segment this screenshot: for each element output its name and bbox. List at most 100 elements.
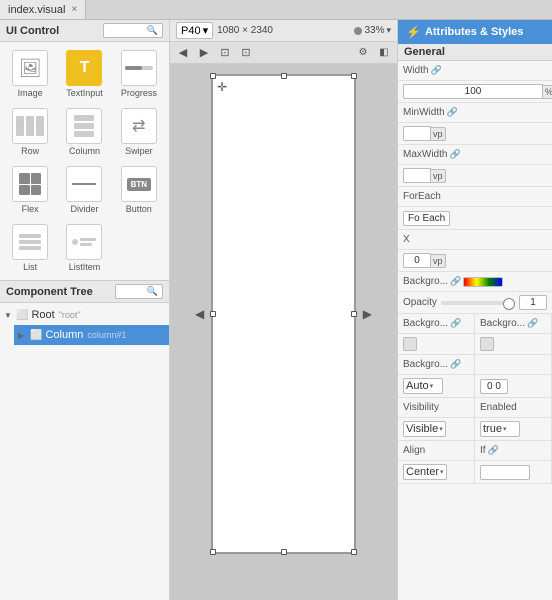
bg2-value-cell bbox=[398, 334, 475, 355]
comp-icon-listitem bbox=[66, 224, 102, 260]
settings-button[interactable]: ⚙ bbox=[354, 44, 372, 62]
tree-node-icon-root: ⬜ bbox=[16, 310, 28, 321]
bg-auto-select[interactable]: Auto ▾ bbox=[403, 378, 443, 394]
visibility-label: Visibility bbox=[403, 402, 439, 413]
scroll-right-icon[interactable]: ▶ bbox=[363, 307, 372, 321]
tree-content: ▼ ⬜ Root "root" ▶ ⬜ Column column#1 bbox=[0, 303, 169, 600]
minwidth-value-cell: vp bbox=[398, 123, 552, 145]
bg2-label-cell: Backgro... 🔗 bbox=[398, 314, 475, 334]
comp-icon-row bbox=[12, 108, 48, 144]
canvas-area: P40 ▾ 1080 × 2340 33% ▾ ◀ ▶ ⊡ ⊡ ⚙ ◧ ◀ bbox=[170, 20, 397, 600]
tab-index-visual[interactable]: index.visual × bbox=[0, 0, 86, 19]
component-search-box[interactable]: 🔍 bbox=[103, 23, 163, 38]
resize-handle-tc[interactable] bbox=[281, 73, 287, 79]
align-chevron-icon: ▾ bbox=[440, 468, 444, 476]
move-icon[interactable]: ✛ bbox=[217, 80, 227, 94]
tree-expand-icon-root[interactable]: ▼ bbox=[4, 311, 14, 320]
comp-item-image[interactable]: 🖼 Image bbox=[4, 46, 56, 102]
comp-item-column[interactable]: Column bbox=[58, 104, 110, 160]
comp-label-button: Button bbox=[126, 204, 152, 214]
resize-handle-mr[interactable] bbox=[351, 311, 357, 317]
tab-bar: index.visual × bbox=[0, 0, 552, 20]
bg2-link-icon[interactable]: 🔗 bbox=[450, 318, 461, 329]
minwidth-group: vp bbox=[403, 126, 446, 141]
comp-item-swiper[interactable]: ⇄ Swiper bbox=[113, 104, 165, 160]
minwidth-input[interactable] bbox=[403, 126, 431, 141]
redo-button[interactable]: ▶ bbox=[195, 44, 213, 62]
tree-search-input[interactable] bbox=[120, 286, 147, 297]
x-input[interactable] bbox=[403, 253, 431, 268]
bg2-color-box[interactable] bbox=[403, 337, 417, 351]
foreach-button[interactable]: Fo Each bbox=[403, 211, 450, 226]
zoom-dot-icon bbox=[354, 27, 362, 35]
foreach-label-cell: ForEach bbox=[398, 187, 552, 207]
x-value-cell: vp bbox=[398, 250, 552, 272]
tree-expand-icon-column[interactable]: ▶ bbox=[18, 331, 28, 340]
comp-item-progress[interactable]: Progress bbox=[113, 46, 165, 102]
comp-item-list[interactable]: List bbox=[4, 220, 56, 276]
x-unit: vp bbox=[431, 254, 446, 268]
visibility-chevron-icon: ▾ bbox=[439, 425, 443, 433]
tree-item-column[interactable]: ▶ ⬜ Column column#1 bbox=[14, 325, 169, 345]
tree-search-box[interactable]: 🔍 bbox=[115, 284, 163, 299]
main-layout: UI Control 🔍 🖼 Image T TextInput bbox=[0, 20, 552, 600]
comp-item-flex[interactable]: Flex bbox=[4, 162, 56, 218]
minwidth-link-icon[interactable]: 🔗 bbox=[447, 107, 458, 118]
bg3-link-icon[interactable]: 🔗 bbox=[527, 318, 538, 329]
bg-auto-value: Auto bbox=[406, 380, 429, 392]
tree-item-root[interactable]: ▼ ⬜ Root "root" bbox=[0, 305, 169, 325]
flex-icon bbox=[19, 173, 41, 195]
resize-handle-bc[interactable] bbox=[281, 549, 287, 555]
background-link-icon[interactable]: 🔗 bbox=[450, 276, 461, 287]
layout-button[interactable]: ⊡ bbox=[237, 44, 255, 62]
maxwidth-input[interactable] bbox=[403, 168, 431, 183]
align-select[interactable]: Center ▾ bbox=[403, 464, 447, 480]
comp-icon-swiper: ⇄ bbox=[121, 108, 157, 144]
comp-icon-progress bbox=[121, 50, 157, 86]
width-value-cell: % bbox=[398, 81, 552, 103]
comp-label-column: Column bbox=[69, 146, 100, 156]
comp-item-button[interactable]: BTN Button bbox=[113, 162, 165, 218]
bg4-label: Backgro... bbox=[403, 359, 448, 370]
x-label: X bbox=[403, 234, 410, 245]
width-input[interactable] bbox=[403, 84, 543, 99]
expand-button[interactable]: ◧ bbox=[375, 44, 393, 62]
comp-item-textinput[interactable]: T TextInput bbox=[58, 46, 110, 102]
attributes-title: Attributes & Styles bbox=[425, 26, 523, 38]
background-label: Backgro... bbox=[403, 276, 448, 287]
scroll-left-icon[interactable]: ◀ bbox=[195, 307, 204, 321]
bg-00-value: 0 0 bbox=[480, 379, 508, 394]
search-input[interactable] bbox=[108, 25, 147, 36]
zoom-fit-button[interactable]: ⊡ bbox=[216, 44, 234, 62]
bg-auto-value-cell: Auto ▾ bbox=[398, 375, 475, 398]
visibility-select[interactable]: Visible ▾ bbox=[403, 421, 446, 437]
resize-handle-tl[interactable] bbox=[210, 73, 216, 79]
align-value: Center bbox=[406, 466, 439, 478]
general-section-title: General bbox=[398, 44, 552, 61]
if-link-icon[interactable]: 🔗 bbox=[488, 445, 499, 456]
maxwidth-link-icon[interactable]: 🔗 bbox=[449, 149, 460, 160]
resize-handle-ml[interactable] bbox=[210, 311, 216, 317]
enabled-select[interactable]: true ▾ bbox=[480, 421, 520, 437]
undo-button[interactable]: ◀ bbox=[174, 44, 192, 62]
comp-item-listitem[interactable]: ListItem bbox=[58, 220, 110, 276]
resize-handle-tr[interactable] bbox=[351, 73, 357, 79]
if-input[interactable] bbox=[480, 465, 530, 480]
x-label-cell: X bbox=[398, 230, 552, 250]
bg4-link-icon[interactable]: 🔗 bbox=[450, 359, 461, 370]
comp-item-divider[interactable]: Divider bbox=[58, 162, 110, 218]
device-label: P40 bbox=[181, 25, 201, 37]
width-link-icon[interactable]: 🔗 bbox=[431, 65, 442, 76]
device-selector[interactable]: P40 ▾ bbox=[176, 22, 213, 39]
comp-item-row[interactable]: Row bbox=[4, 104, 56, 160]
resize-handle-br[interactable] bbox=[351, 549, 357, 555]
comp-icon-flex bbox=[12, 166, 48, 202]
minwidth-label-cell: MinWidth 🔗 bbox=[398, 103, 552, 123]
comp-label-image: Image bbox=[18, 88, 43, 98]
background-color-picker[interactable] bbox=[463, 277, 503, 287]
resize-handle-bl[interactable] bbox=[210, 549, 216, 555]
bg3-color-box[interactable] bbox=[480, 337, 494, 351]
opacity-row: Opacity 1 bbox=[398, 292, 552, 314]
tab-close-icon[interactable]: × bbox=[71, 4, 77, 15]
opacity-slider[interactable] bbox=[441, 301, 515, 305]
